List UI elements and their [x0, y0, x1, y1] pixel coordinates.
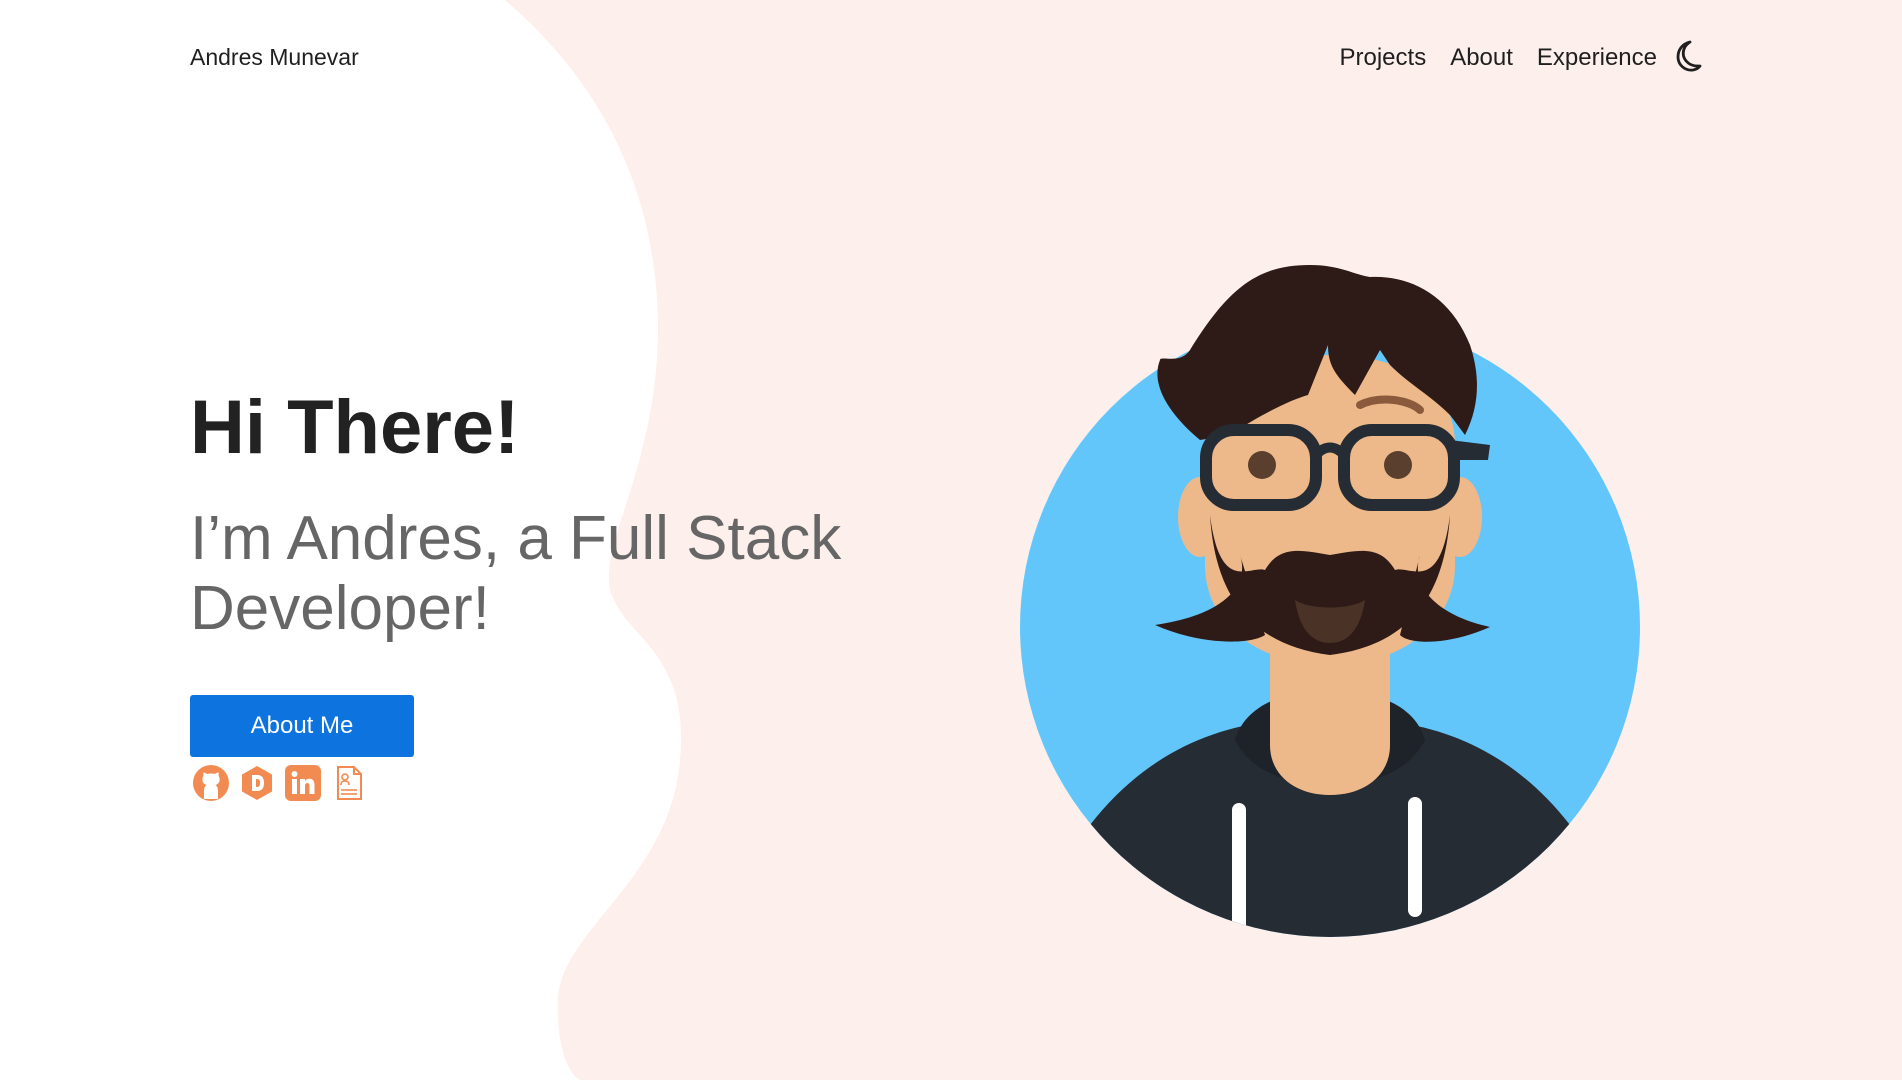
page: Andres Munevar Projects About Experience… [0, 0, 1902, 1080]
nav-link-experience[interactable]: Experience [1537, 44, 1657, 72]
linkedin-icon[interactable] [284, 764, 322, 802]
social-links [192, 764, 368, 802]
moon-icon[interactable] [1668, 38, 1704, 74]
navbar: Andres Munevar Projects About Experience [0, 0, 1902, 118]
nav-links: Projects About Experience [1340, 44, 1658, 72]
nav-link-projects[interactable]: Projects [1340, 44, 1427, 72]
brand-link[interactable]: Andres Munevar [190, 44, 359, 71]
hero-subtitle: I’m Andres, a Full Stack Developer! [190, 504, 842, 643]
hero-title: Hi There! [190, 385, 520, 470]
nav-link-about[interactable]: About [1450, 44, 1513, 72]
devto-icon[interactable] [238, 764, 276, 802]
hero-text: Hi There! I’m Andres, a Full Stack Devel… [190, 384, 890, 644]
resume-icon[interactable] [330, 764, 368, 802]
github-icon[interactable] [192, 764, 230, 802]
about-me-button[interactable]: About Me [190, 695, 414, 757]
avatar-illustration [1020, 265, 1640, 937]
